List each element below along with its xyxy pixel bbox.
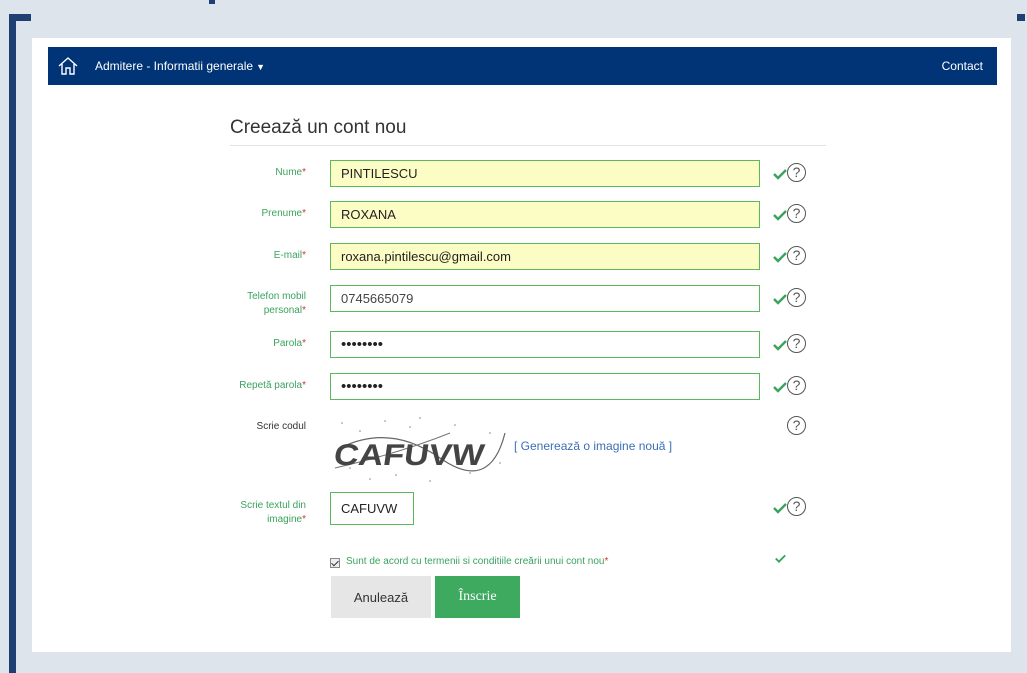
captcha-image: CAFUVW <box>330 413 510 488</box>
submit-button[interactable]: Înscrie <box>435 576 520 618</box>
nav-admitere-dropdown[interactable]: Admitere - Informatii generale ▼ <box>95 59 265 73</box>
nume-label: Nume* <box>275 167 306 178</box>
help-icon[interactable]: ? <box>787 497 806 516</box>
generate-new-image-link[interactable]: [ Generează o imagine nouă ] <box>514 439 672 453</box>
caret-down-icon: ▼ <box>256 62 265 72</box>
prenume-label: Prenume* <box>261 208 306 219</box>
home-icon[interactable] <box>57 55 79 77</box>
help-icon[interactable]: ? <box>787 334 806 353</box>
frame-bar-top-mid <box>209 0 215 4</box>
help-icon[interactable]: ? <box>787 376 806 395</box>
parola-input[interactable] <box>330 331 760 358</box>
prenume-input[interactable] <box>330 201 760 228</box>
valid-check-icon <box>773 169 787 180</box>
terms-checkbox[interactable] <box>330 558 340 568</box>
nav-admitere-label: Admitere - Informatii generale <box>95 59 254 73</box>
top-navbar: Admitere - Informatii generale ▼ Contact <box>48 47 997 85</box>
nav-contact-link[interactable]: Contact <box>942 59 983 73</box>
nume-input[interactable] <box>330 160 760 187</box>
valid-check-icon <box>773 382 787 393</box>
email-input[interactable] <box>330 243 760 270</box>
frame-bar-top <box>9 14 31 21</box>
help-icon[interactable]: ? <box>787 204 806 223</box>
captcha-text: CAFUVW <box>332 439 487 472</box>
form-title: Creează un cont nou <box>230 117 826 146</box>
valid-check-icon <box>773 210 787 221</box>
valid-check-icon <box>773 340 787 351</box>
scrie-codul-label: Scrie codul <box>256 421 306 432</box>
page-panel: Admitere - Informatii generale ▼ Contact … <box>32 38 1011 652</box>
valid-check-icon <box>773 252 787 263</box>
valid-check-icon <box>775 554 786 563</box>
telefon-label: Telefon mobil personal* <box>247 291 306 316</box>
frame-bar-right <box>1017 14 1025 21</box>
email-label: E-mail* <box>273 250 306 261</box>
parola-label: Parola* <box>273 338 306 349</box>
telefon-input[interactable] <box>330 285 760 312</box>
cancel-button[interactable]: Anulează <box>331 576 431 618</box>
captcha-answer-input[interactable] <box>330 492 414 525</box>
help-icon[interactable]: ? <box>787 288 806 307</box>
help-icon[interactable]: ? <box>787 246 806 265</box>
valid-check-icon <box>773 294 787 305</box>
valid-check-icon <box>773 503 787 514</box>
repeta-parola-input[interactable] <box>330 373 760 400</box>
frame-bar-left <box>9 14 16 673</box>
captcha-answer-label: Scrie textul din imagine* <box>240 500 306 525</box>
help-icon[interactable]: ? <box>787 416 806 435</box>
terms-label: Sunt de acord cu termenii si conditiile … <box>346 556 609 567</box>
repeta-parola-label: Repetă parola* <box>239 380 306 391</box>
help-icon[interactable]: ? <box>787 163 806 182</box>
